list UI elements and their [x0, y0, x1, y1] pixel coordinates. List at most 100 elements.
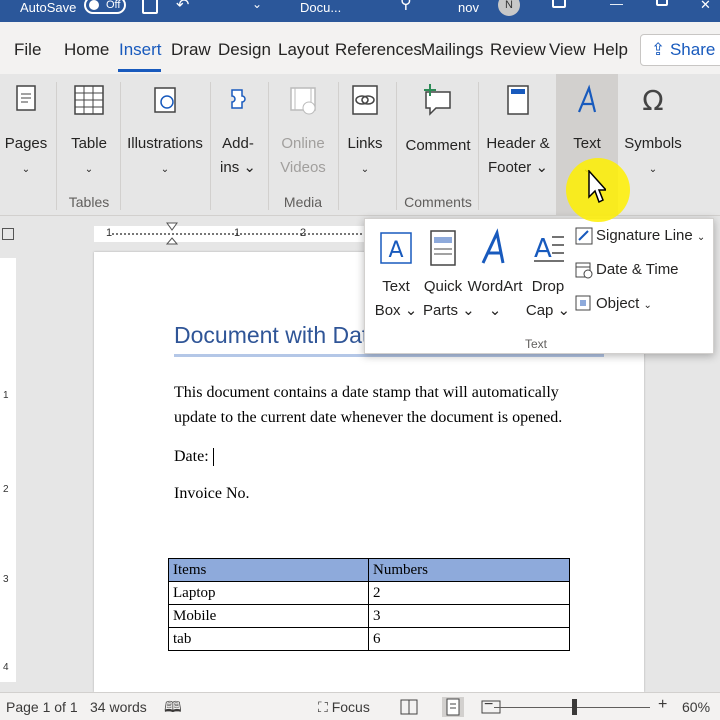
- ruler-mark: 3: [3, 574, 9, 585]
- ruler-mark: 1: [234, 227, 241, 239]
- share-icon: ⇪: [651, 40, 670, 59]
- table-icon: [74, 85, 104, 115]
- wordart-button[interactable]: WordArt ⌄: [467, 219, 523, 329]
- comment-icon: [424, 84, 451, 116]
- tab-help[interactable]: Help: [593, 40, 628, 60]
- date-time-button[interactable]: Date & Time: [575, 257, 679, 283]
- drop-cap-icon: A: [534, 234, 564, 264]
- quick-parts-icon: [430, 230, 456, 266]
- tab-home[interactable]: Home: [64, 40, 109, 60]
- zoom-out-button[interactable]: −: [484, 696, 493, 714]
- chevron-down-icon: ⌄: [643, 300, 652, 311]
- page-info[interactable]: Page 1 of 1: [6, 699, 78, 715]
- table-cell[interactable]: Mobile: [168, 604, 369, 628]
- separator: [268, 82, 269, 210]
- save-icon[interactable]: [142, 0, 158, 14]
- ruler-mark: 1: [3, 390, 9, 401]
- zoom-level[interactable]: 60%: [682, 699, 710, 715]
- vertical-ruler: 1 2 3 4: [0, 258, 16, 682]
- separator: [396, 82, 397, 210]
- ribbon-display-icon[interactable]: [552, 0, 566, 8]
- text-box-button[interactable]: A Text Box ⌄: [371, 219, 421, 329]
- table-cell[interactable]: 2: [368, 581, 570, 605]
- focus-button[interactable]: ⛶ Focus: [318, 699, 370, 716]
- tab-insert[interactable]: Insert: [119, 40, 162, 60]
- pages-icon: [16, 85, 36, 111]
- invoice-label: Invoice No.: [174, 485, 250, 502]
- illustrations-icon: [154, 87, 176, 113]
- close-icon[interactable]: ✕: [700, 0, 711, 13]
- wordart-label: WordArt ⌄: [467, 278, 523, 319]
- tab-references[interactable]: References: [335, 40, 422, 60]
- undo-icon[interactable]: ↶: [176, 0, 189, 14]
- table-cell[interactable]: 6: [368, 627, 570, 651]
- header-footer-label: Header & Footer ⌄: [486, 135, 550, 176]
- mouse-pointer-icon: [588, 170, 606, 204]
- share-button[interactable]: ⇪ Share: [640, 34, 720, 66]
- symbols-button[interactable]: Ω Symbols ⌄: [622, 74, 684, 194]
- tab-view[interactable]: View: [549, 40, 586, 60]
- tab-design[interactable]: Design: [218, 40, 271, 60]
- addins-icon: [231, 89, 246, 109]
- quick-parts-button[interactable]: Quick Parts ⌄: [423, 219, 475, 329]
- table-button[interactable]: Table ⌄: [64, 74, 114, 194]
- svg-text:A: A: [534, 234, 552, 264]
- addins-button[interactable]: Add-ins ⌄: [214, 74, 262, 194]
- autosave-state: Off: [106, 0, 121, 11]
- links-button[interactable]: Links ⌄: [342, 74, 388, 194]
- date-line[interactable]: Date:: [174, 444, 214, 469]
- signature-line-button[interactable]: Signature Line ⌄: [575, 223, 705, 249]
- table-header-cell[interactable]: Numbers: [368, 558, 570, 582]
- table-cell[interactable]: tab: [168, 627, 369, 651]
- zoom-in-button[interactable]: +: [658, 696, 667, 714]
- tab-selector[interactable]: [2, 228, 14, 240]
- status-bar: Page 1 of 1 34 words 🕮 ⛶ Focus − + 60%: [0, 692, 720, 720]
- document-name[interactable]: Docu...: [300, 0, 341, 16]
- separator: [120, 82, 121, 210]
- autosave-toggle[interactable]: Off: [84, 0, 126, 14]
- table-cell[interactable]: Laptop: [168, 581, 369, 605]
- separator: [56, 82, 57, 210]
- svg-text:Ω: Ω: [642, 84, 663, 117]
- avatar[interactable]: N: [498, 0, 520, 16]
- table-header-cell[interactable]: Items: [168, 558, 369, 582]
- online-videos-icon: [290, 87, 316, 115]
- text-box-icon: A: [380, 232, 412, 264]
- illustrations-button[interactable]: Illustrations ⌄: [126, 74, 204, 194]
- zoom-slider-thumb[interactable]: [572, 699, 577, 715]
- tab-mailings[interactable]: Mailings: [421, 40, 483, 60]
- read-mode-icon[interactable]: [398, 697, 420, 717]
- tab-draw[interactable]: Draw: [171, 40, 211, 60]
- object-button[interactable]: Object ⌄: [575, 291, 652, 317]
- table-cell[interactable]: 3: [368, 604, 570, 628]
- search-icon[interactable]: ⚲: [400, 0, 412, 12]
- drop-cap-button[interactable]: A Drop Cap ⌄: [525, 219, 571, 329]
- user-name[interactable]: nov: [458, 0, 479, 16]
- tab-layout[interactable]: Layout: [278, 40, 329, 60]
- minimize-icon[interactable]: —: [610, 0, 623, 12]
- print-layout-icon[interactable]: [442, 697, 464, 717]
- proofing-icon[interactable]: 🕮: [164, 697, 182, 720]
- illustrations-label: Illustrations ⌄: [127, 135, 203, 175]
- items-table[interactable]: Items Numbers Laptop 2 Mobile 3 tab 6: [168, 558, 570, 651]
- online-videos-button[interactable]: Online Videos: [274, 74, 332, 194]
- link-icon: [352, 85, 378, 115]
- restore-icon[interactable]: [656, 0, 668, 6]
- pages-button[interactable]: Pages ⌄: [4, 74, 48, 194]
- indent-marker-icon[interactable]: [166, 222, 178, 246]
- comment-button[interactable]: Comment: [402, 74, 474, 194]
- title-underline: [174, 354, 604, 357]
- tab-review[interactable]: Review: [490, 40, 546, 60]
- tab-file[interactable]: File: [14, 40, 41, 60]
- symbols-label: Symbols ⌄: [624, 135, 682, 175]
- table-row: tab 6: [168, 627, 570, 651]
- table-row: Laptop 2: [168, 581, 570, 605]
- qat-chevron-icon[interactable]: ⌄: [252, 0, 262, 12]
- wordart-icon: [481, 228, 505, 264]
- header-footer-button[interactable]: Header & Footer ⌄: [484, 74, 552, 194]
- group-label-tables: Tables: [68, 194, 110, 210]
- word-count[interactable]: 34 words: [90, 699, 147, 715]
- date-time-label: Date & Time: [596, 261, 679, 278]
- svg-text:A: A: [388, 238, 403, 263]
- object-label: Object: [596, 295, 640, 312]
